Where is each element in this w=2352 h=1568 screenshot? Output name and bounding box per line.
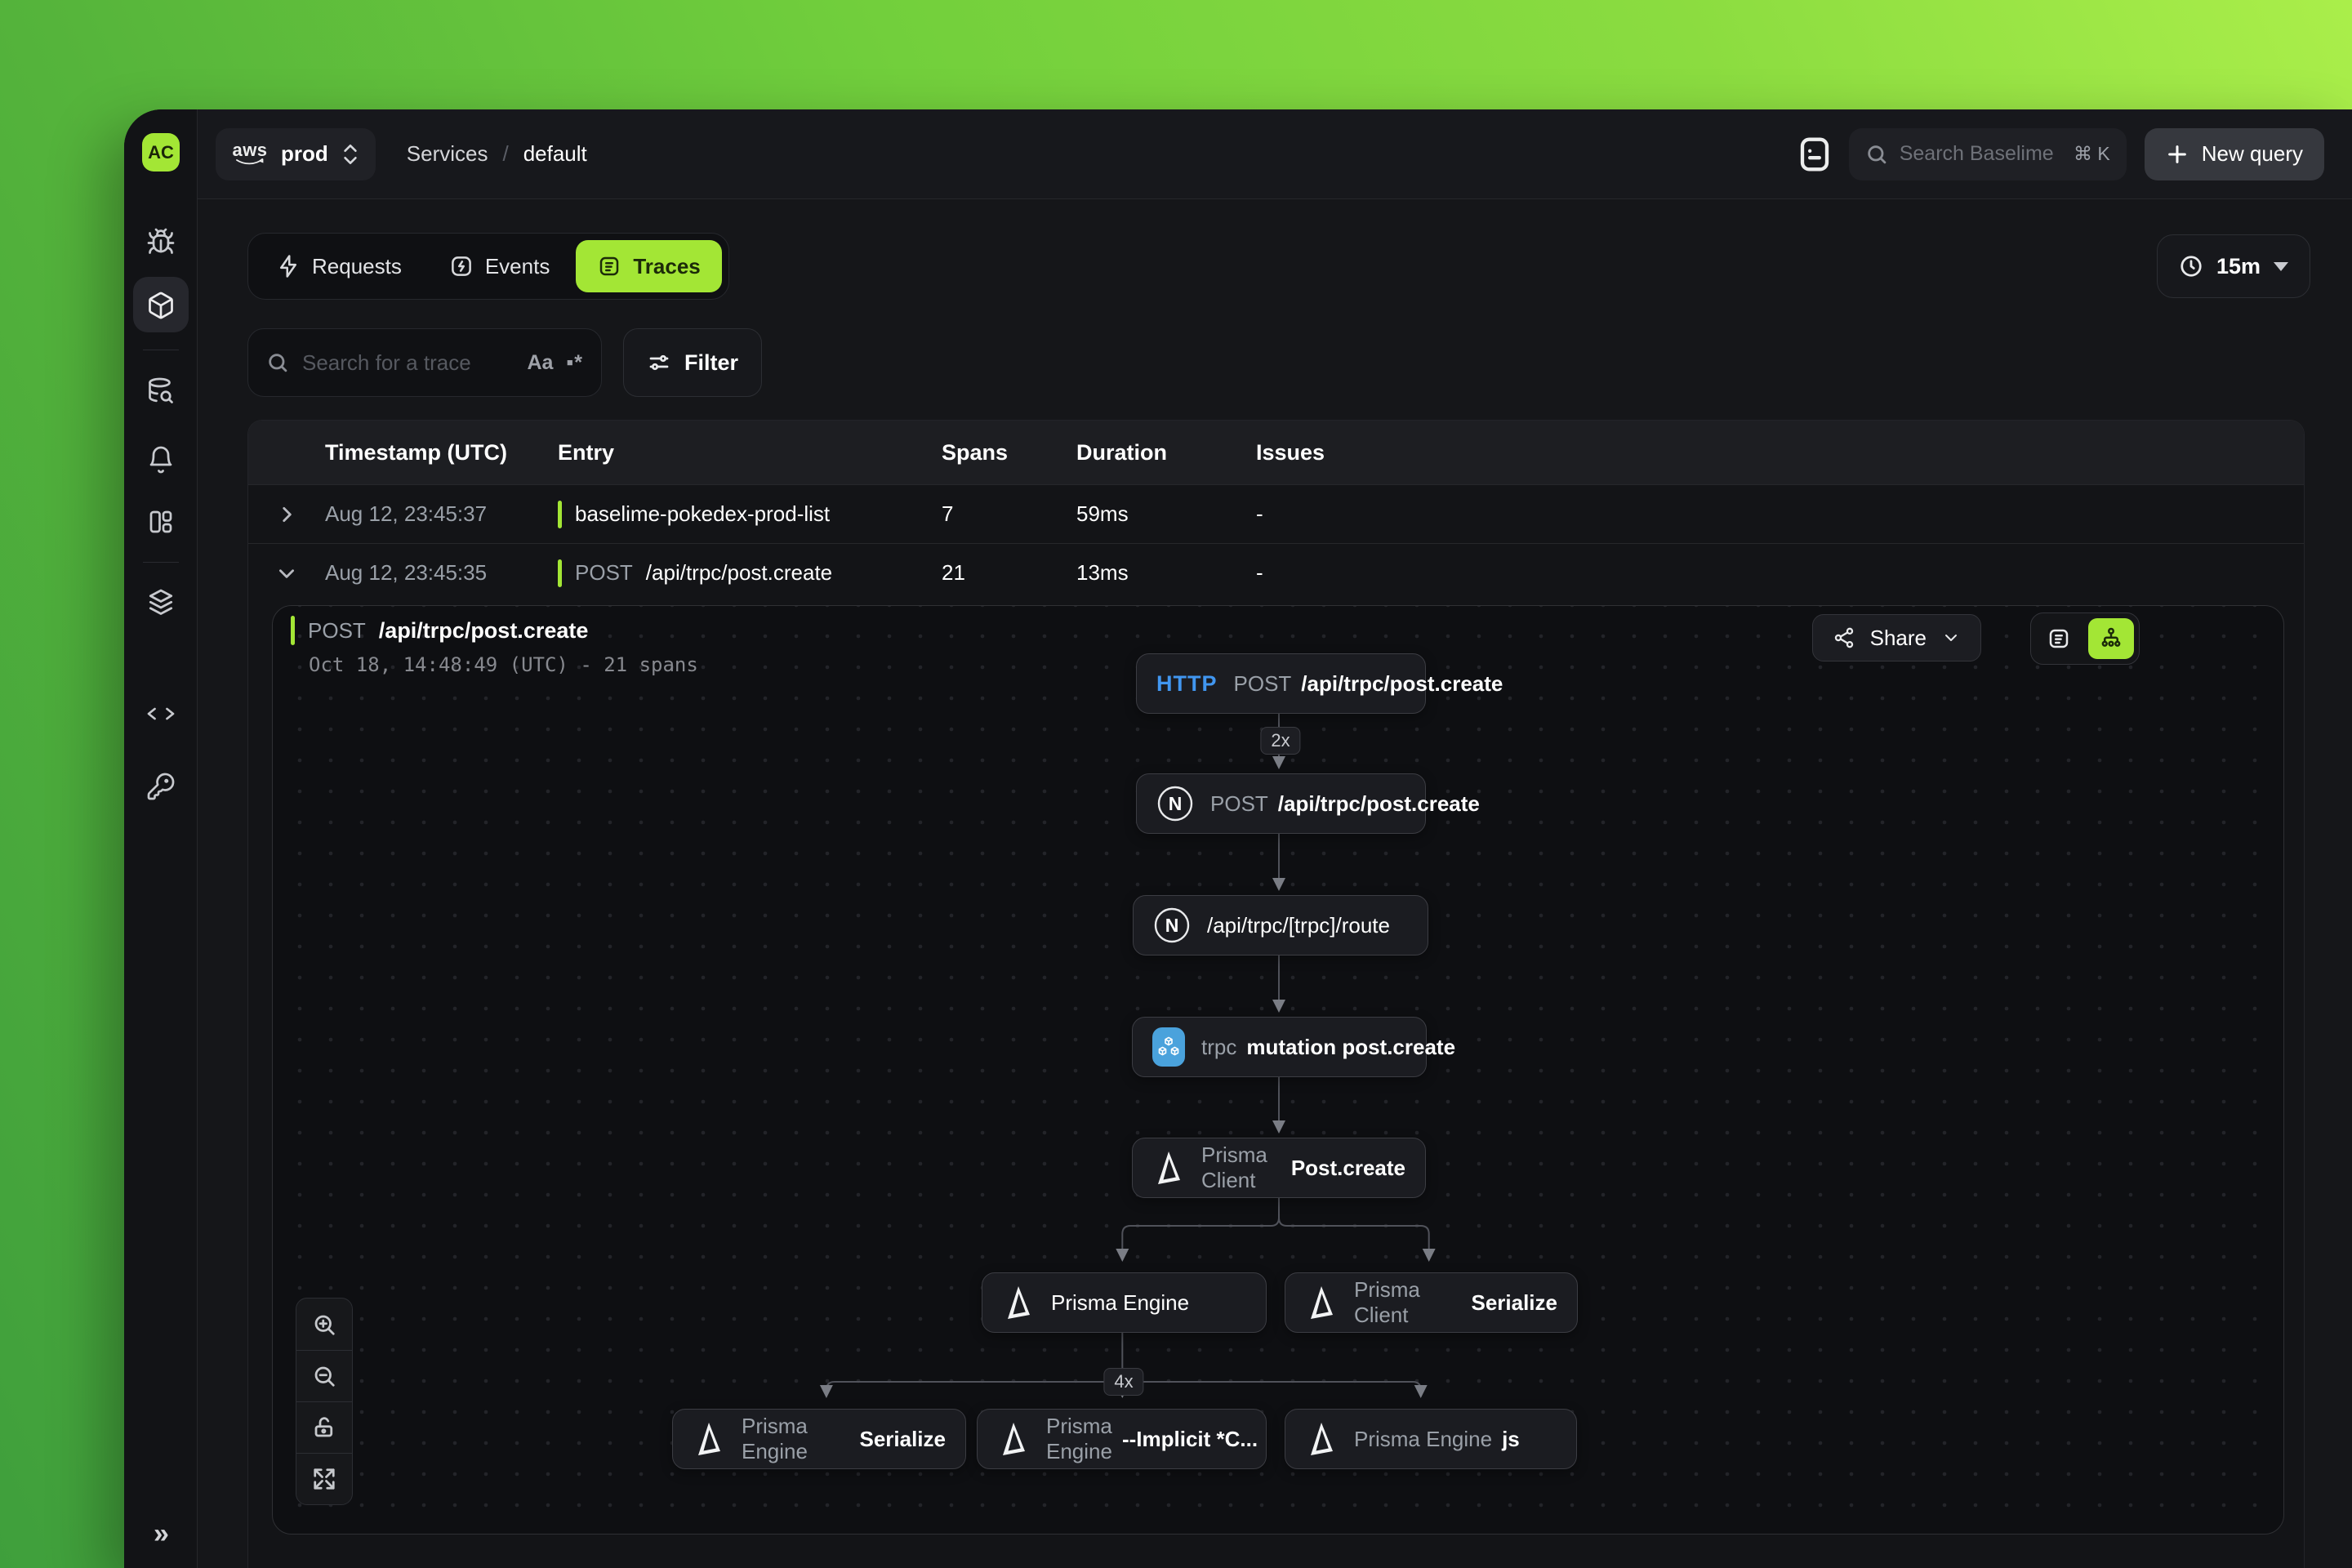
http-badge: HTTP xyxy=(1156,671,1218,697)
search-icon xyxy=(266,351,289,374)
col-entry: Entry xyxy=(558,440,942,466)
svg-text:N: N xyxy=(1165,915,1179,936)
breadcrumb-section[interactable]: Services xyxy=(407,141,488,167)
bell-icon[interactable] xyxy=(146,445,176,474)
bug-icon[interactable] xyxy=(146,227,176,256)
chevron-updown-icon xyxy=(341,142,359,167)
regex-toggle[interactable]: ▪* xyxy=(566,351,583,375)
prisma-icon xyxy=(1152,1150,1185,1186)
layers-icon[interactable] xyxy=(146,588,176,617)
nextjs-icon: N xyxy=(1156,785,1194,822)
span-node-next-post[interactable]: N POST /api/trpc/post.create xyxy=(1136,773,1426,834)
chevron-down-icon[interactable] xyxy=(276,563,297,584)
new-query-label: New query xyxy=(2202,141,2303,167)
tab-requests[interactable]: Requests xyxy=(255,240,423,292)
svg-text:N: N xyxy=(1169,793,1183,814)
col-duration: Duration xyxy=(1076,440,1256,466)
key-icon[interactable] xyxy=(146,772,176,801)
database-search-icon[interactable] xyxy=(146,376,176,406)
search-icon xyxy=(1865,143,1888,166)
sliders-icon xyxy=(647,350,671,375)
sidebar-divider xyxy=(143,562,179,563)
app-window: AC » xyxy=(124,109,2352,1568)
col-spans: Spans xyxy=(942,440,1076,466)
bolt-icon xyxy=(276,254,301,278)
bolt-square-icon xyxy=(449,254,474,278)
fit-view-button[interactable] xyxy=(296,1453,352,1504)
view-tabs: Requests Events Traces xyxy=(247,233,729,300)
trace-list-icon xyxy=(597,254,621,278)
avatar[interactable]: AC xyxy=(142,133,180,172)
sidebar: AC » xyxy=(124,109,198,1568)
nextjs-icon: N xyxy=(1153,906,1191,944)
entry-name: /api/trpc/post.create xyxy=(646,560,832,586)
zoom-in-button[interactable] xyxy=(296,1298,352,1350)
table-row-expanded[interactable]: Aug 12, 23:45:35 POST/api/trpc/post.crea… xyxy=(248,543,2304,602)
span-node-engine-serialize[interactable]: Prisma Engine Serialize xyxy=(672,1409,966,1469)
breadcrumb-page[interactable]: default xyxy=(523,141,587,167)
span-node-prisma-client[interactable]: Prisma Client Post.create xyxy=(1132,1138,1426,1198)
new-query-button[interactable]: New query xyxy=(2145,128,2324,180)
table-row[interactable]: Aug 12, 23:45:37 baselime-pokedex-prod-l… xyxy=(248,484,2304,543)
zoom-out-button[interactable] xyxy=(296,1350,352,1401)
trace-search[interactable]: Aa ▪* xyxy=(247,328,602,397)
filter-button[interactable]: Filter xyxy=(623,328,762,397)
span-node-engine-implicit[interactable]: Prisma Engine --Implicit *C... xyxy=(977,1409,1267,1469)
topbar: aws prod Services / default xyxy=(198,109,2352,199)
case-sensitive-toggle[interactable]: Aa xyxy=(527,351,553,375)
trace-color-bar xyxy=(558,559,562,587)
query-panel-icon[interactable] xyxy=(1798,135,1831,174)
prisma-icon xyxy=(1002,1285,1035,1321)
edge-count-badge: 2x xyxy=(1260,727,1300,755)
tab-events[interactable]: Events xyxy=(428,240,572,292)
content: Requests Events Traces 15m xyxy=(198,199,2352,1568)
entry-name: baselime-pokedex-prod-list xyxy=(575,501,830,527)
code-icon[interactable] xyxy=(146,699,176,728)
global-search[interactable]: ⌘ K xyxy=(1849,128,2127,180)
global-search-input[interactable] xyxy=(1900,142,2062,166)
trace-detail-panel: POST /api/trpc/post.create Oct 18, 14:48… xyxy=(272,605,2284,1535)
caret-down-icon xyxy=(2274,262,2288,271)
search-shortcut: ⌘ K xyxy=(2074,143,2110,165)
breadcrumb: Services / default xyxy=(407,141,587,167)
span-node-http[interactable]: HTTP POST /api/trpc/post.create xyxy=(1136,653,1426,714)
span-node-trpc[interactable]: trpc mutation post.create xyxy=(1132,1017,1427,1077)
unlock-button[interactable] xyxy=(296,1401,352,1453)
plus-icon xyxy=(2166,143,2189,166)
trpc-icon xyxy=(1152,1027,1185,1067)
cube-icon[interactable] xyxy=(146,291,176,320)
prisma-icon xyxy=(1305,1421,1338,1457)
clock-icon xyxy=(2179,254,2203,278)
environment-name: prod xyxy=(281,141,328,167)
col-timestamp: Timestamp (UTC) xyxy=(325,440,558,466)
edge-count-badge: 4x xyxy=(1103,1368,1143,1396)
aws-logo-icon: aws xyxy=(232,142,268,166)
trace-search-input[interactable] xyxy=(302,350,514,376)
table-header: Timestamp (UTC) Entry Spans Duration Iss… xyxy=(248,421,2304,484)
chevron-right-icon[interactable] xyxy=(276,504,297,525)
col-issues: Issues xyxy=(1256,440,2304,466)
span-node-next-route[interactable]: N /api/trpc/[trpc]/route xyxy=(1133,895,1428,956)
trace-color-bar xyxy=(558,501,562,528)
graph-zoom-controls xyxy=(296,1298,353,1505)
traces-table: Timestamp (UTC) Entry Spans Duration Iss… xyxy=(247,420,2305,1568)
prisma-icon xyxy=(1305,1285,1338,1321)
prisma-icon xyxy=(997,1421,1030,1457)
sidebar-expand-icon[interactable]: » xyxy=(154,1518,167,1550)
breadcrumb-separator: / xyxy=(502,141,508,167)
environment-switcher[interactable]: aws prod xyxy=(216,128,376,180)
span-node-prisma-engine[interactable]: Prisma Engine xyxy=(982,1272,1267,1333)
time-range-value: 15m xyxy=(2216,254,2261,279)
span-node-prisma-client-serialize[interactable]: Prisma Client Serialize xyxy=(1285,1272,1578,1333)
time-range-selector[interactable]: 15m xyxy=(2157,234,2310,298)
dashboard-icon[interactable] xyxy=(146,507,176,537)
prisma-icon xyxy=(693,1421,725,1457)
span-node-engine-js[interactable]: Prisma Engine js xyxy=(1285,1409,1577,1469)
main-area: aws prod Services / default xyxy=(198,109,2352,1568)
tab-traces[interactable]: Traces xyxy=(576,240,721,292)
